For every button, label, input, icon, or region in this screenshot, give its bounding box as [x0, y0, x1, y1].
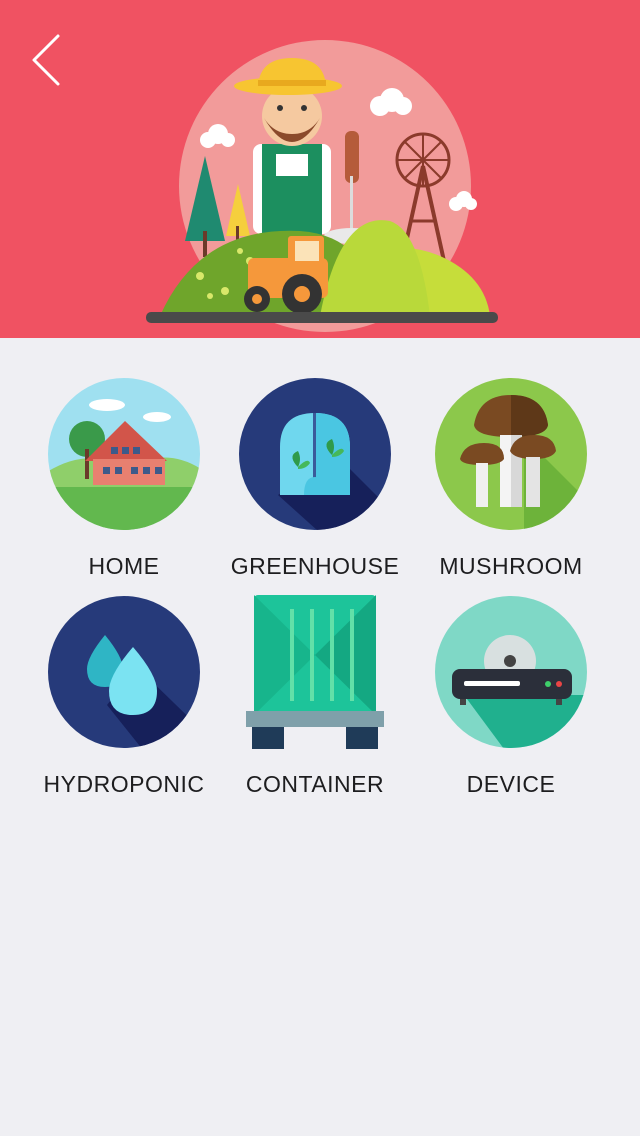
mushroom-icon — [435, 378, 587, 530]
chevron-left-icon — [32, 34, 60, 86]
category-greenhouse[interactable]: GREENHOUSE — [220, 377, 410, 580]
category-label: DEVICE — [466, 771, 556, 797]
category-mushroom[interactable]: MUSHROOM — [416, 377, 606, 580]
category-home[interactable]: HOME — [29, 377, 219, 580]
category-label: MUSHROOM — [439, 553, 583, 579]
farmer-illustration — [146, 40, 498, 332]
container-icon — [246, 595, 384, 749]
category-label: CONTAINER — [245, 771, 385, 797]
water-drops-icon — [48, 596, 200, 748]
category-container[interactable]: CONTAINER — [220, 595, 410, 798]
category-label: HOME — [88, 553, 160, 579]
category-hydroponic[interactable]: HYDROPONIC — [29, 595, 219, 798]
house-icon — [48, 378, 200, 530]
device-icon — [435, 596, 587, 748]
back-button[interactable] — [24, 28, 74, 92]
category-device[interactable]: DEVICE — [416, 595, 606, 798]
category-label: GREENHOUSE — [230, 553, 400, 579]
header-banner — [0, 0, 640, 338]
category-label: HYDROPONIC — [43, 771, 205, 797]
greenhouse-icon — [239, 378, 391, 530]
